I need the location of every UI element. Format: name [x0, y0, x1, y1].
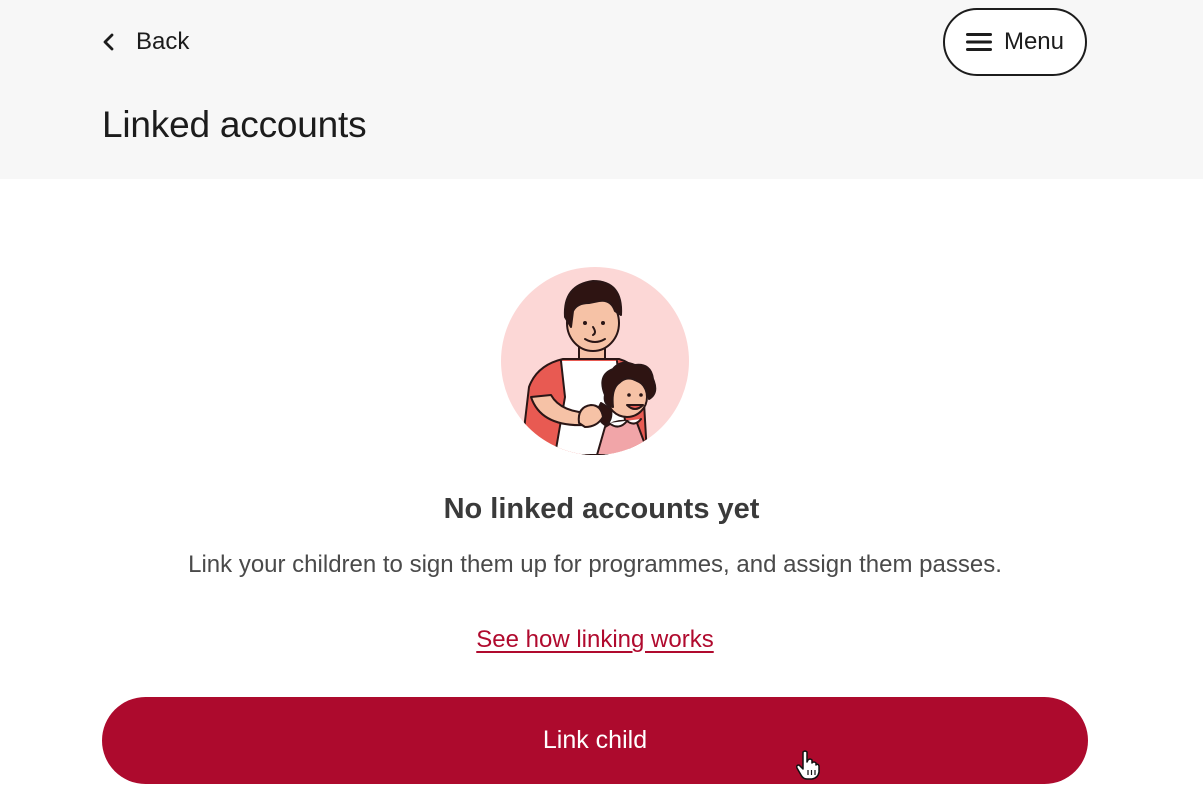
empty-state-title: No linked accounts yet: [443, 493, 760, 525]
page-header: Back Menu Linked accounts: [0, 0, 1203, 179]
how-linking-works-label[interactable]: See how linking works: [476, 626, 713, 653]
link-child-button[interactable]: Link child: [102, 697, 1088, 784]
menu-button[interactable]: Menu: [943, 8, 1087, 76]
page-title: Linked accounts: [102, 104, 367, 145]
how-linking-works-link[interactable]: See how linking works: [0, 626, 1190, 654]
parent-and-child-illustration: [501, 267, 689, 455]
hamburger-icon: [965, 32, 992, 52]
empty-state-description: Link your children to sign them up for p…: [188, 551, 1002, 578]
back-label: Back: [136, 28, 190, 55]
back-link[interactable]: Back: [102, 24, 189, 60]
chevron-left-icon: [102, 33, 116, 51]
link-child-label: Link child: [542, 726, 648, 754]
menu-label: Menu: [1003, 28, 1065, 55]
